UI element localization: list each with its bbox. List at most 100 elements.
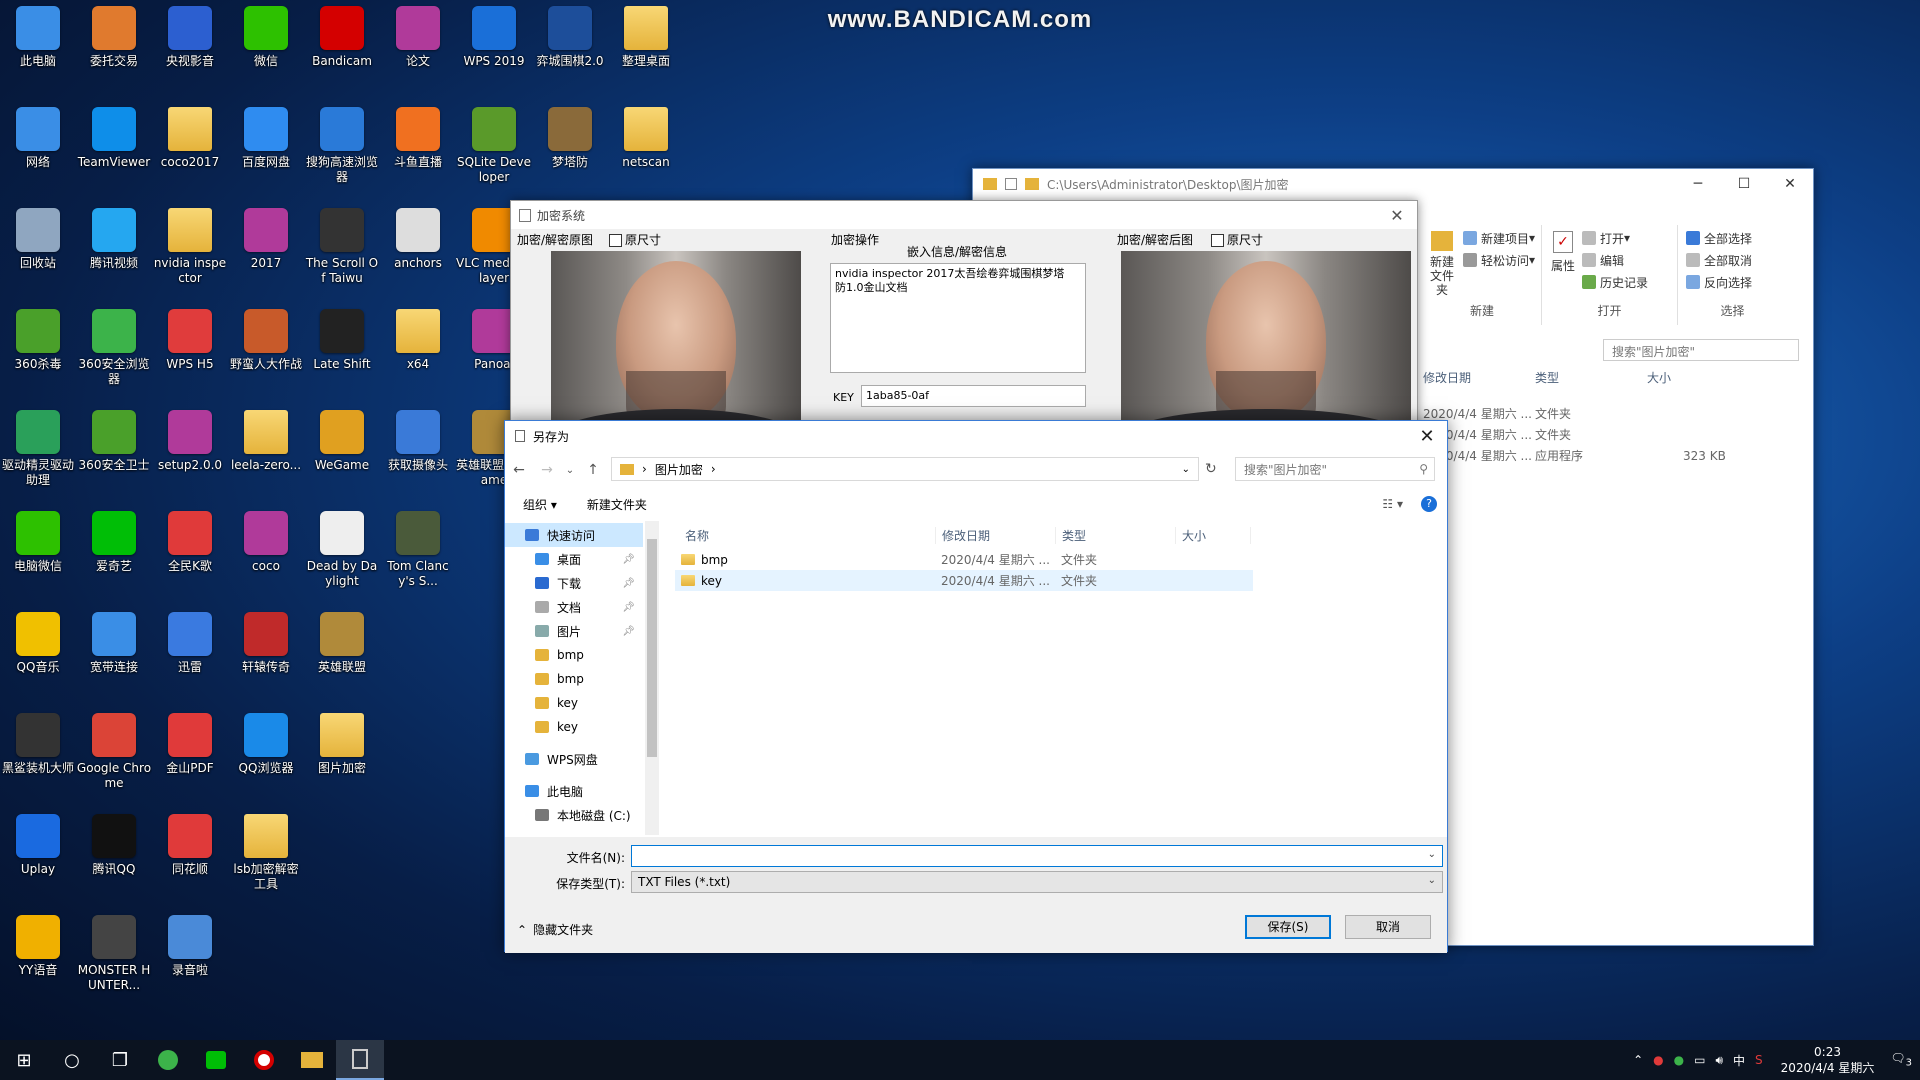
- desktop-shortcut[interactable]: nvidia inspector: [152, 202, 228, 298]
- nav-item[interactable]: 快速访问: [505, 523, 643, 547]
- windows-start-icon[interactable]: ⊞: [0, 1040, 48, 1080]
- desktop-shortcut[interactable]: 腾讯视频: [76, 202, 152, 298]
- nav-item[interactable]: key: [505, 715, 643, 739]
- scroll-thumb[interactable]: [647, 539, 657, 757]
- desktop-shortcut[interactable]: WeGame: [304, 404, 380, 500]
- table-row[interactable]: 2020/4/4 星期六 ... 文件夹: [1423, 403, 1813, 424]
- tray-app-icon[interactable]: ●: [1653, 1053, 1663, 1067]
- desktop-shortcut[interactable]: 斗鱼直播: [380, 101, 456, 197]
- help-icon[interactable]: ?: [1421, 496, 1437, 512]
- organize-button[interactable]: 组织 ▾: [523, 496, 557, 513]
- desktop-shortcut[interactable]: Google Chrome: [76, 707, 152, 803]
- pin-icon[interactable]: 📌︎: [622, 578, 635, 589]
- ime-indicator[interactable]: 中: [1733, 1052, 1745, 1069]
- desktop-shortcut[interactable]: WPS 2019: [456, 0, 532, 96]
- desktop-shortcut[interactable]: leela-zero...: [228, 404, 304, 500]
- desktop-shortcut[interactable]: 搜狗高速浏览器: [304, 101, 380, 197]
- embed-info-textarea[interactable]: nvidia inspector 2017太吾绘卷弈城围棋梦塔防1.0金山文档: [830, 263, 1086, 373]
- nav-item[interactable]: 桌面 📌︎: [505, 547, 643, 571]
- desktop-shortcut[interactable]: 电脑微信: [0, 505, 76, 601]
- new-item-button[interactable]: 新建项目 ▾: [1463, 227, 1535, 249]
- desktop-shortcut[interactable]: TeamViewer: [76, 101, 152, 197]
- notification-icon[interactable]: 🗨︎3: [1890, 1051, 1912, 1068]
- breadcrumb-item[interactable]: 图片加密: [655, 461, 703, 478]
- desktop-shortcut[interactable]: Tom Clancy's S...: [380, 505, 456, 601]
- desktop-shortcut[interactable]: Late Shift: [304, 303, 380, 399]
- select-none-button[interactable]: 全部取消: [1686, 249, 1752, 271]
- chevron-up-icon[interactable]: ⌃: [1633, 1053, 1643, 1067]
- desktop-shortcut[interactable]: 回收站: [0, 202, 76, 298]
- encryption-app-taskbar-icon[interactable]: [336, 1040, 384, 1080]
- desktop-shortcut[interactable]: MONSTER HUNTER...: [76, 909, 152, 1005]
- chevron-down-icon[interactable]: ⌄: [1428, 875, 1436, 886]
- open-button[interactable]: 打开 ▾: [1582, 227, 1648, 249]
- refresh-icon[interactable]: ↻: [1205, 461, 1217, 477]
- maximize-icon[interactable]: ☐: [1721, 176, 1767, 192]
- pin-icon[interactable]: 📌︎: [622, 626, 635, 637]
- breadcrumb[interactable]: › 图片加密 › ⌄: [611, 457, 1199, 481]
- minimize-icon[interactable]: ─: [1675, 176, 1721, 192]
- chevron-down-icon[interactable]: ⌄: [1428, 849, 1436, 860]
- desktop-shortcut[interactable]: anchors: [380, 202, 456, 298]
- clock[interactable]: 0:23 2020/4/4 星期六: [1781, 1044, 1875, 1076]
- desktop-shortcut[interactable]: 金山PDF: [152, 707, 228, 803]
- desktop-shortcut[interactable]: 360安全浏览器: [76, 303, 152, 399]
- desktop-shortcut[interactable]: 野蛮人大作战: [228, 303, 304, 399]
- desktop-shortcut[interactable]: 360安全卫士: [76, 404, 152, 500]
- desktop-shortcut[interactable]: lsb加密解密工具: [228, 808, 304, 904]
- col-type[interactable]: 类型: [1055, 526, 1175, 544]
- desktop-shortcut[interactable]: 央视影音: [152, 0, 228, 96]
- new-folder-button[interactable]: 新建 文件夹: [1427, 231, 1457, 297]
- table-row[interactable]: 2020/4/4 星期六 ... 应用程序 323 KB: [1423, 445, 1813, 466]
- desktop-shortcut[interactable]: 全民K歌: [152, 505, 228, 601]
- desktop-shortcut[interactable]: QQ音乐: [0, 606, 76, 702]
- save-search-input[interactable]: 搜索"图片加密" ⚲: [1235, 457, 1435, 481]
- desktop-shortcut[interactable]: 论文: [380, 0, 456, 96]
- desktop-shortcut[interactable]: 录音啦: [152, 909, 228, 1005]
- checkbox-icon[interactable]: [609, 234, 622, 247]
- desktop-shortcut[interactable]: 腾讯QQ: [76, 808, 152, 904]
- bandicam-icon[interactable]: [240, 1040, 288, 1080]
- desktop-shortcut[interactable]: 此电脑: [0, 0, 76, 96]
- close-icon[interactable]: ✕: [1377, 206, 1417, 225]
- nav-item[interactable]: bmp: [505, 643, 643, 667]
- col-size[interactable]: 大小: [1175, 526, 1251, 544]
- nav-item[interactable]: 下载 📌︎: [505, 571, 643, 595]
- desktop-shortcut[interactable]: SQLite Developer: [456, 101, 532, 197]
- orig-size-checkbox-left[interactable]: 原尺寸: [609, 231, 661, 248]
- chevron-down-icon[interactable]: ⌄: [561, 465, 579, 476]
- view-options-icon[interactable]: ☷ ▾: [1382, 497, 1403, 511]
- checkbox-icon[interactable]: [1211, 234, 1224, 247]
- col-type[interactable]: 类型: [1535, 369, 1647, 395]
- nav-item[interactable]: key: [505, 691, 643, 715]
- search-circle-icon[interactable]: ○: [48, 1040, 96, 1080]
- nav-item[interactable]: 此电脑: [505, 779, 643, 803]
- save-button[interactable]: 保存(S): [1245, 915, 1331, 939]
- close-icon[interactable]: ✕: [1767, 176, 1813, 192]
- col-size[interactable]: 大小: [1647, 369, 1727, 395]
- nav-item[interactable]: WPS网盘: [505, 747, 643, 771]
- cancel-button[interactable]: 取消: [1345, 915, 1431, 939]
- nav-item[interactable]: bmp: [505, 667, 643, 691]
- desktop-shortcut[interactable]: 整理桌面: [608, 0, 684, 96]
- volume-icon[interactable]: 🔊︎: [1715, 1053, 1723, 1068]
- desktop-shortcut[interactable]: 委托交易: [76, 0, 152, 96]
- hide-folders-toggle[interactable]: ⌃ 隐藏文件夹: [517, 921, 593, 938]
- desktop-shortcut[interactable]: 宽带连接: [76, 606, 152, 702]
- desktop-shortcut[interactable]: Bandicam: [304, 0, 380, 96]
- pin-icon[interactable]: 📌︎: [622, 602, 635, 613]
- desktop-shortcut[interactable]: x64: [380, 303, 456, 399]
- desktop-shortcut[interactable]: 爱奇艺: [76, 505, 152, 601]
- col-date[interactable]: 修改日期: [935, 526, 1055, 544]
- history-button[interactable]: 历史记录: [1582, 271, 1648, 293]
- desktop-shortcut[interactable]: setup2.0.0: [152, 404, 228, 500]
- explorer-search-input[interactable]: 搜索"图片加密": [1603, 339, 1799, 361]
- col-date[interactable]: 修改日期: [1423, 369, 1535, 395]
- close-icon[interactable]: ✕: [1407, 426, 1447, 447]
- desktop-shortcut[interactable]: 同花顺: [152, 808, 228, 904]
- back-arrow-icon[interactable]: ←: [505, 462, 533, 478]
- desktop-shortcut[interactable]: coco2017: [152, 101, 228, 197]
- iqiyi-icon[interactable]: [192, 1040, 240, 1080]
- desktop-shortcut[interactable]: 图片加密: [304, 707, 380, 803]
- invert-selection-button[interactable]: 反向选择: [1686, 271, 1752, 293]
